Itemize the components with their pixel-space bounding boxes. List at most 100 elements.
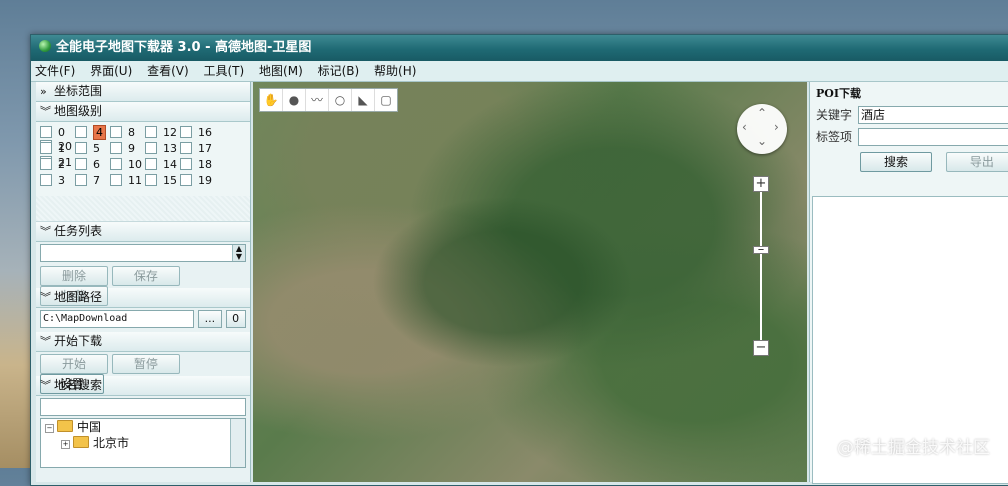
level-checkbox-3[interactable]: 3 — [40, 174, 75, 187]
level-checkbox-9[interactable]: 9 — [110, 142, 145, 155]
menu-view[interactable]: 查看(V) — [147, 64, 189, 78]
zoom-slider[interactable] — [760, 182, 762, 342]
menu-file[interactable]: 文件(F) — [35, 64, 75, 78]
checkbox-icon[interactable] — [40, 126, 52, 138]
keyword-input[interactable]: 酒店 — [858, 106, 1008, 124]
level-checkbox-10[interactable]: 10 — [110, 158, 145, 171]
polygon-icon[interactable]: ◣ — [352, 89, 375, 111]
tree-item-china[interactable]: − 中国 — [45, 419, 245, 435]
polyline-icon[interactable]: 〰 — [306, 89, 329, 111]
section-place-search[interactable]: ︾ 地名搜索 — [36, 376, 250, 396]
browse-button[interactable]: ... — [197, 310, 222, 328]
checkbox-icon[interactable] — [110, 142, 122, 154]
checkbox-icon[interactable] — [110, 174, 122, 186]
pan-left-icon[interactable]: ‹ — [742, 120, 747, 134]
checkbox-icon[interactable] — [145, 174, 157, 186]
level-checkbox-18[interactable]: 18 — [180, 158, 215, 171]
level-checkbox-2[interactable]: 2 — [40, 158, 75, 171]
start-button[interactable]: 开始 — [40, 354, 108, 374]
pan-right-icon[interactable]: › — [774, 120, 779, 134]
menu-map[interactable]: 地图(M) — [259, 64, 303, 78]
download-buttons: 开始 暂停 设置 — [36, 352, 250, 394]
level-number: 13 — [163, 142, 177, 155]
save-button[interactable]: 保存 — [111, 266, 180, 286]
hand-icon[interactable]: ✋ — [260, 89, 283, 111]
satellite-map[interactable]: ✋ ● 〰 ○ ◣ ▢ ⌃ ⌄ ‹ › + – − — [253, 82, 807, 482]
level-checkbox-11[interactable]: 11 — [110, 174, 145, 187]
pan-down-icon[interactable]: ⌄ — [757, 134, 767, 148]
watermark: @稀土掘金技术社区 — [837, 438, 990, 458]
export-button[interactable]: 导出 — [945, 152, 1008, 172]
checkbox-icon[interactable] — [40, 142, 52, 154]
level-number: 10 — [128, 158, 142, 171]
checkbox-icon[interactable] — [75, 142, 87, 154]
pan-control[interactable]: ⌃ ⌄ ‹ › — [737, 104, 787, 154]
level-checkbox-6[interactable]: 6 — [75, 158, 110, 171]
checkbox-icon[interactable] — [40, 174, 52, 186]
checkbox-icon[interactable] — [180, 142, 192, 154]
checkbox-icon[interactable] — [75, 126, 87, 138]
section-start-download[interactable]: ︾ 开始下载 — [36, 332, 250, 352]
level-checkbox-16[interactable]: 16 — [180, 126, 215, 139]
plus-icon[interactable]: + — [61, 440, 70, 449]
checkbox-icon[interactable] — [180, 174, 192, 186]
checkbox-icon[interactable] — [75, 174, 87, 186]
open-folder-button[interactable]: 0 — [225, 310, 246, 328]
tree-scrollbar[interactable] — [230, 419, 245, 467]
level-checkbox-15[interactable]: 15 — [145, 174, 180, 187]
rectangle-icon[interactable]: ▢ — [375, 89, 397, 111]
checkbox-icon[interactable] — [145, 158, 157, 170]
menu-help[interactable]: 帮助(H) — [374, 64, 416, 78]
search-button[interactable]: 搜索 — [860, 152, 932, 172]
level-checkbox-0[interactable]: 0 — [40, 126, 75, 139]
menu-tools[interactable]: 工具(T) — [204, 64, 245, 78]
zoom-handle[interactable]: – — [753, 243, 769, 256]
section-task-list[interactable]: ︾ 任务列表 — [36, 222, 250, 242]
level-checkbox-12[interactable]: 12 — [145, 126, 180, 139]
task-buttons: 删除 保存 加载 — [36, 264, 250, 306]
level-number: 16 — [198, 126, 212, 139]
section-map-path[interactable]: ︾ 地图路径 — [36, 288, 250, 308]
path-input[interactable]: C:\MapDownload — [40, 310, 194, 328]
level-checkbox-14[interactable]: 14 — [145, 158, 180, 171]
zoom-out-button[interactable]: − — [753, 340, 769, 356]
poi-title: POI下载 — [816, 87, 861, 100]
pan-up-icon[interactable]: ⌃ — [757, 106, 767, 120]
checkbox-icon[interactable] — [180, 126, 192, 138]
level-number: 3 — [58, 174, 65, 187]
menu-view-ui[interactable]: 界面(U) — [90, 64, 132, 78]
checkbox-icon[interactable] — [75, 158, 87, 170]
pause-button[interactable]: 暂停 — [111, 354, 180, 374]
checkbox-icon[interactable] — [145, 126, 157, 138]
level-checkbox-8[interactable]: 8 — [110, 126, 145, 139]
checkbox-icon[interactable] — [110, 158, 122, 170]
zoom-in-button[interactable]: + — [753, 176, 769, 192]
tag-label: 标签项 — [816, 130, 853, 144]
level-checkbox-13[interactable]: 13 — [145, 142, 180, 155]
level-checkbox-17[interactable]: 17 — [180, 142, 215, 155]
spinner-icon[interactable]: ▲ ▼ — [232, 245, 245, 261]
level-checkbox-19[interactable]: 19 — [180, 174, 215, 187]
delete-button[interactable]: 删除 — [40, 266, 108, 286]
section-map-levels[interactable]: ︾ 地图级别 — [36, 102, 250, 122]
level-checkbox-1[interactable]: 1 — [40, 142, 75, 155]
checkbox-icon[interactable] — [110, 126, 122, 138]
checkbox-icon[interactable] — [180, 158, 192, 170]
tag-row: 标签项 — [810, 128, 1008, 150]
level-checkbox-5[interactable]: 5 — [75, 142, 110, 155]
checkbox-icon[interactable] — [40, 158, 52, 170]
level-checkbox-7[interactable]: 7 — [75, 174, 110, 187]
section-coord-range[interactable]: » 坐标范围 — [36, 82, 250, 102]
task-select[interactable]: ▲ ▼ — [40, 244, 246, 262]
level-checkbox-4[interactable]: 4 — [75, 125, 110, 140]
tag-input[interactable] — [858, 128, 1008, 146]
minus-icon[interactable]: − — [45, 424, 54, 433]
circle-icon[interactable]: ○ — [329, 89, 352, 111]
place-search-input[interactable] — [40, 398, 246, 416]
tree-item-beijing[interactable]: + 北京市 — [45, 435, 245, 451]
menu-markers[interactable]: 标记(B) — [318, 64, 360, 78]
level-number: 11 — [128, 174, 142, 187]
collapse-icon: ︾ — [40, 291, 51, 304]
marker-icon[interactable]: ● — [283, 89, 306, 111]
checkbox-icon[interactable] — [145, 142, 157, 154]
